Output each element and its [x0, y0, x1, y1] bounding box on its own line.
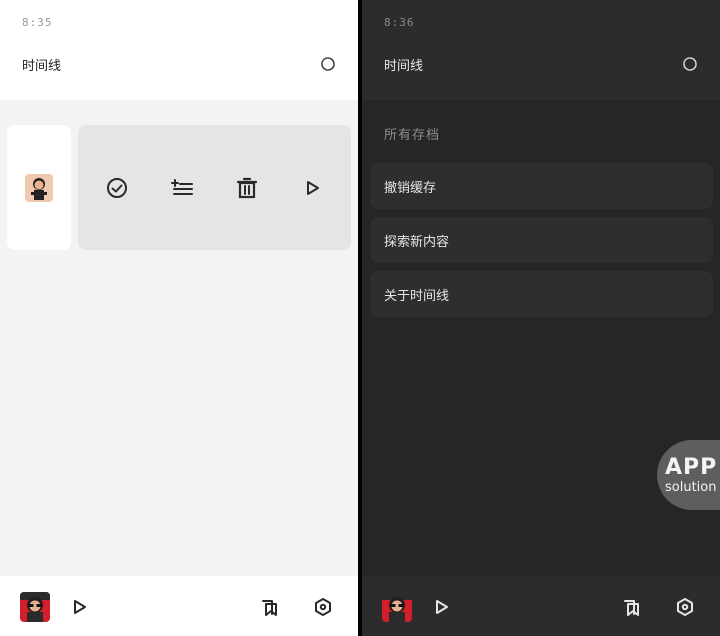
menu-item-about[interactable]: 关于时间线 [370, 271, 713, 317]
episode-actions-panel [78, 125, 351, 250]
bottom-bar [0, 576, 358, 636]
play-icon[interactable] [432, 598, 450, 616]
profile-avatar[interactable] [20, 592, 50, 622]
podcast-avatar [25, 173, 53, 202]
trash-icon[interactable] [227, 168, 267, 208]
bookmark-stack-icon[interactable] [622, 597, 642, 617]
menu-item-label: 撤销缓存 [384, 180, 437, 196]
status-time: 8:36 [384, 16, 415, 29]
add-to-list-icon[interactable] [162, 168, 202, 208]
top-bar: 8:36 时间线 [362, 0, 720, 100]
page-title: 时间线 [384, 59, 424, 74]
section-label: 所有存档 [384, 128, 441, 143]
appsolution-watermark: APP solution [657, 440, 720, 510]
top-bar: 8:35 时间线 [0, 0, 358, 100]
timeline-screen-dark: 8:36 时间线 所有存档 撤销缓存 探索新内容 关于时间线 APP solut… [362, 0, 720, 636]
bookmark-stack-icon[interactable] [260, 597, 280, 617]
menu-item-explore[interactable]: 探索新内容 [370, 217, 713, 263]
page-title: 时间线 [22, 59, 62, 74]
watermark-line-2: solution [665, 479, 717, 495]
watermark-line-1: APP [665, 454, 718, 480]
menu-item-label: 关于时间线 [384, 288, 450, 304]
profile-avatar[interactable] [382, 592, 412, 622]
menu-item-clear-cache[interactable]: 撤销缓存 [370, 163, 713, 209]
bottom-bar [362, 576, 720, 636]
watermark-text: APP solution [657, 440, 720, 510]
app-stage: 8:35 时间线 8:36 时间线 所有存档 撤销缓存 探索新内容 关于时间线 … [0, 0, 720, 636]
check-circle-icon[interactable] [97, 168, 137, 208]
menu-item-label: 探索新内容 [384, 234, 450, 250]
settings-hexagon-icon[interactable] [313, 597, 333, 617]
refresh-icon[interactable] [682, 56, 698, 72]
play-icon[interactable] [70, 598, 88, 616]
timeline-screen-light: 8:35 时间线 [0, 0, 358, 636]
refresh-icon[interactable] [320, 56, 336, 72]
settings-hexagon-icon[interactable] [675, 597, 695, 617]
status-time: 8:35 [22, 16, 53, 29]
play-icon[interactable] [292, 168, 332, 208]
podcast-card[interactable] [7, 125, 71, 250]
